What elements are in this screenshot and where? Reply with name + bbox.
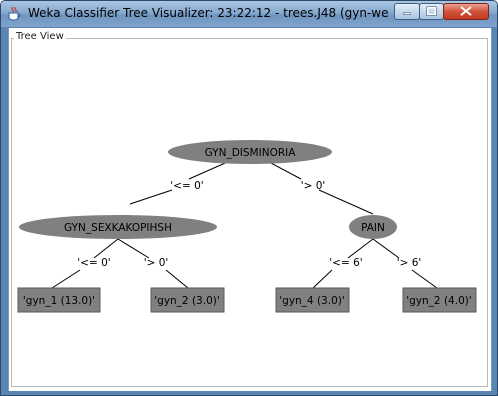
java-cup-icon — [8, 6, 21, 21]
edge-line — [51, 269, 81, 289]
minimize-button[interactable] — [394, 3, 420, 20]
tree-node-right-label: PAIN — [361, 222, 385, 234]
edge-line — [117, 238, 150, 259]
edge-label-right-left: '<= 6' — [329, 257, 362, 269]
edge-label-root-left: '<= 0' — [170, 180, 203, 192]
tree-leaf-ll-label: 'gyn_1 (13.0)' — [23, 295, 95, 307]
edge-label-root-right: '> 0' — [301, 180, 326, 192]
edge-label-left-right: '> 0' — [144, 257, 169, 269]
close-icon — [460, 6, 472, 16]
tree-node-left-label: GYN_SEXKAKOPIHSH — [64, 222, 172, 234]
tree-leaf-rl-label: 'gyn_4 (3.0)' — [279, 295, 344, 307]
edge-label-right-right: '> 6' — [397, 257, 422, 269]
edge-line — [93, 238, 119, 259]
window-title: Weka Classifier Tree Visualizer: 23:22:1… — [28, 6, 388, 20]
edge-line — [372, 238, 400, 259]
close-button[interactable] — [443, 3, 489, 20]
app-window: Weka Classifier Tree Visualizer: 23:22:1… — [0, 0, 498, 396]
tree-leaf-rr-label: 'gyn_2 (4.0)' — [406, 295, 471, 307]
maximize-button[interactable] — [419, 3, 444, 20]
edge-label-left-left: '<= 0' — [77, 257, 110, 269]
edge-line — [165, 269, 189, 289]
edge-line — [411, 269, 438, 289]
edge-line — [129, 189, 173, 205]
minimize-icon — [403, 12, 411, 15]
title-bar[interactable]: Weka Classifier Tree Visualizer: 23:22:1… — [1, 1, 497, 27]
edge-line — [347, 238, 374, 259]
tree-leaf-lr-label: 'gyn_2 (3.0)' — [154, 295, 219, 307]
edge-line — [318, 189, 374, 215]
maximize-icon — [426, 6, 437, 16]
edge-line — [312, 269, 333, 289]
tree-node-root-label: GYN_DISMINORIA — [205, 147, 297, 159]
decision-tree[interactable]: '<= 0' '> 0' '<= 0' '> 0' '<= 6' '> 6' G… — [9, 28, 493, 391]
client-area: Tree View '<= 0' '> 0' '<= 0' '> 0' '<= … — [8, 28, 492, 391]
